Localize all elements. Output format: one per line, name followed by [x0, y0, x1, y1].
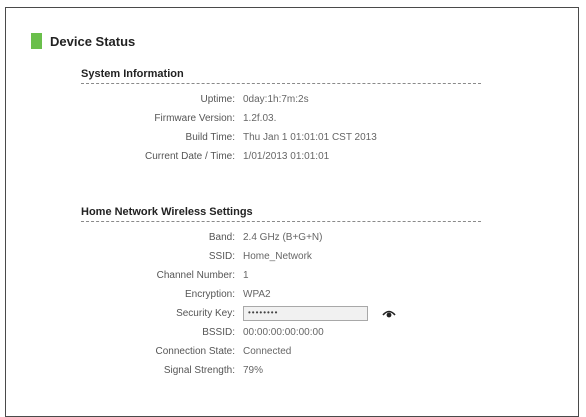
security-key-row: Security Key: •••••••• — [81, 304, 481, 323]
system-information-section: System Information Uptime: 0day:1h:7m:2s… — [81, 68, 481, 166]
band-label: Band: — [208, 232, 235, 243]
current-date-time-row: Current Date / Time: 1/01/2013 01:01:01 — [81, 147, 481, 166]
eye-icon[interactable] — [382, 309, 396, 319]
connection-state-row: Connection State: Connected — [81, 342, 481, 361]
firmware-version-value: 1.2f.03. — [243, 113, 277, 124]
uptime-label: Uptime: — [200, 94, 235, 105]
build-time-label: Build Time: — [185, 132, 235, 143]
uptime-value: 0day:1h:7m:2s — [243, 94, 309, 105]
signal-strength-value: 79% — [243, 365, 264, 376]
ssid-label: SSID: — [208, 251, 235, 262]
current-date-time-label: Current Date / Time: — [144, 151, 235, 162]
ssid-row: SSID: Home_Network — [81, 247, 481, 266]
section-marker — [31, 33, 42, 49]
page-title: Device Status — [50, 33, 136, 49]
build-time-row: Build Time: Thu Jan 1 01:01:01 CST 2013 — [81, 128, 481, 147]
channel-label: Channel Number: — [156, 270, 235, 281]
connection-state-value: Connected — [243, 346, 292, 357]
security-key-label: Security Key: — [176, 308, 235, 319]
bssid-label: BSSID: — [202, 327, 235, 338]
device-status-panel: Device Status System Information Uptime:… — [5, 7, 579, 417]
ssid-value: Home_Network — [243, 251, 312, 262]
wireless-settings-section: Home Network Wireless Settings Band: 2.4… — [81, 206, 481, 380]
signal-strength-row: Signal Strength: 79% — [81, 361, 481, 380]
encryption-label: Encryption: — [184, 289, 235, 300]
firmware-version-row: Firmware Version: 1.2f.03. — [81, 109, 481, 128]
encryption-row: Encryption: WPA2 — [81, 285, 481, 304]
wireless-settings-heading: Home Network Wireless Settings — [81, 206, 481, 222]
channel-row: Channel Number: 1 — [81, 266, 481, 285]
channel-value: 1 — [243, 270, 249, 281]
encryption-value: WPA2 — [243, 289, 271, 300]
connection-state-label: Connection State: — [155, 346, 236, 357]
system-information-heading: System Information — [81, 68, 481, 84]
signal-strength-label: Signal Strength: — [163, 365, 235, 376]
firmware-version-label: Firmware Version: — [154, 113, 235, 124]
uptime-row: Uptime: 0day:1h:7m:2s — [81, 90, 481, 109]
bssid-value: 00:00:00:00:00:00 — [243, 327, 324, 338]
build-time-value: Thu Jan 1 01:01:01 CST 2013 — [243, 132, 377, 143]
band-row: Band: 2.4 GHz (B+G+N) — [81, 228, 481, 247]
page-header: Device Status — [31, 33, 135, 49]
bssid-row: BSSID: 00:00:00:00:00:00 — [81, 323, 481, 342]
current-date-time-value: 1/01/2013 01:01:01 — [243, 151, 330, 162]
band-value: 2.4 GHz (B+G+N) — [243, 232, 323, 243]
security-key-field[interactable]: •••••••• — [243, 306, 368, 321]
